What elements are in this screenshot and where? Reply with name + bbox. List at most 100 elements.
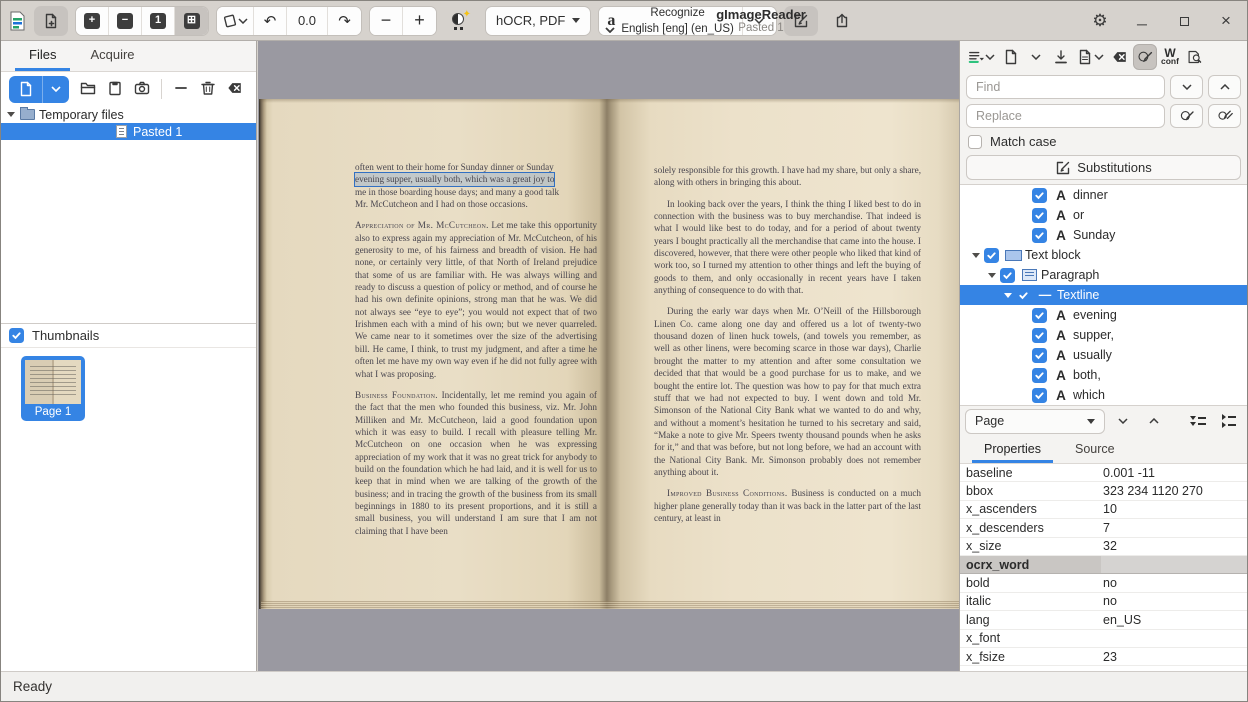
item-checkbox[interactable] <box>1000 268 1015 283</box>
property-row[interactable]: ocrx_word <box>960 556 1247 574</box>
hocr-tree-row[interactable]: A — dinner <box>960 185 1247 205</box>
expander-icon[interactable] <box>1004 293 1012 298</box>
find-next-button[interactable] <box>1170 75 1203 99</box>
open-split-button[interactable] <box>9 76 69 103</box>
zoom-fit-button[interactable]: ⊞ <box>175 7 208 35</box>
item-checkbox[interactable] <box>1032 208 1047 223</box>
maximize-button[interactable] <box>1173 10 1195 32</box>
item-checkbox[interactable] <box>1032 188 1047 203</box>
settings-button[interactable]: ⚙ <box>1089 10 1111 32</box>
scanned-book-spread[interactable]: often went to their home for Sunday dinn… <box>259 99 959 609</box>
item-checkbox[interactable] <box>1032 228 1047 243</box>
export-button[interactable] <box>825 6 859 36</box>
hocr-tree-row[interactable]: A — Textline <box>960 285 1247 305</box>
paste-button[interactable] <box>107 80 123 99</box>
thumbnail-page-1[interactable]: Page 1 <box>21 356 85 421</box>
item-checkbox[interactable] <box>984 248 999 263</box>
confidence-toggle[interactable]: W conf <box>1158 44 1182 70</box>
item-checkbox[interactable] <box>1032 348 1047 363</box>
item-checkbox[interactable] <box>1032 388 1047 403</box>
rotate-mode-button[interactable] <box>217 7 254 35</box>
expand-all-button[interactable] <box>1185 409 1211 433</box>
hocr-tree-row[interactable]: A — Sunday <box>960 225 1247 245</box>
preview-button[interactable] <box>1183 44 1207 70</box>
property-row[interactable]: lang en_US <box>960 611 1247 629</box>
substitutions-button[interactable]: Substitutions <box>966 155 1241 180</box>
expander-icon[interactable] <box>7 112 15 117</box>
add-images-button[interactable] <box>34 6 68 36</box>
open-images-button[interactable] <box>9 76 43 103</box>
hocr-tree-row[interactable]: A — evening <box>960 305 1247 325</box>
expander-icon[interactable] <box>988 273 996 278</box>
image-controls-button[interactable]: ✦ <box>444 6 478 36</box>
replace-input[interactable] <box>966 104 1165 128</box>
close-button[interactable]: × <box>1215 10 1237 32</box>
next-item-button[interactable] <box>1110 409 1136 433</box>
hocr-tree-row[interactable]: A — Paragraph <box>960 265 1247 285</box>
property-row[interactable]: x_descenders 7 <box>960 519 1247 537</box>
tab-acquire[interactable]: Acquire <box>76 41 148 71</box>
rotate-left-button[interactable]: ↶ <box>254 7 287 35</box>
item-checkbox[interactable] <box>1032 328 1047 343</box>
replace-button[interactable] <box>1170 104 1203 128</box>
match-case-checkbox[interactable] <box>968 135 982 149</box>
clear-output-button[interactable] <box>1108 44 1132 70</box>
page-selector-dropdown[interactable]: Page <box>965 409 1105 434</box>
document-canvas[interactable]: often went to their home for Sunday dinn… <box>258 41 961 671</box>
tab-properties[interactable]: Properties <box>972 436 1053 463</box>
item-checkbox[interactable] <box>1016 288 1031 303</box>
open-output-dropdown[interactable] <box>1024 44 1048 70</box>
source-folder-row[interactable]: Temporary files <box>1 106 256 123</box>
increase-button[interactable]: + <box>403 7 436 35</box>
item-checkbox[interactable] <box>1032 308 1047 323</box>
ocr-mode-dropdown[interactable]: hOCR, PDF <box>486 7 590 35</box>
zoom-out-button[interactable]: − <box>109 7 142 35</box>
property-row[interactable]: x_ascenders 10 <box>960 501 1247 519</box>
edit-output-button[interactable] <box>784 6 818 36</box>
rotate-right-button[interactable]: ↷ <box>328 7 361 35</box>
open-output-button[interactable] <box>999 44 1023 70</box>
item-checkbox[interactable] <box>1032 368 1047 383</box>
delete-source-button[interactable] <box>200 80 216 99</box>
decrease-button[interactable]: − <box>370 7 403 35</box>
tab-files[interactable]: Files <box>15 41 70 71</box>
find-input[interactable] <box>966 75 1165 99</box>
zoom-original-button[interactable]: 1 <box>142 7 175 35</box>
hocr-tree-row[interactable]: A — Text block <box>960 245 1247 265</box>
zoom-in-button[interactable]: + <box>76 7 109 35</box>
source-file-row[interactable]: Pasted 1 <box>1 123 256 140</box>
export-document-button[interactable] <box>1074 44 1107 70</box>
open-document-icon <box>1003 49 1019 65</box>
property-row[interactable]: bbox 323 234 1120 270 <box>960 482 1247 500</box>
insert-mode-button[interactable] <box>965 44 998 70</box>
hocr-tree-row[interactable]: A — both, <box>960 365 1247 385</box>
hocr-tree-row[interactable]: A — supper, <box>960 325 1247 345</box>
expander-icon[interactable] <box>972 253 980 258</box>
open-folder-button[interactable] <box>80 80 96 99</box>
open-dropdown-button[interactable] <box>43 76 69 103</box>
find-replace-toggle[interactable] <box>1133 44 1157 70</box>
minimize-button[interactable]: ─ <box>1131 13 1153 35</box>
save-output-button[interactable] <box>1049 44 1073 70</box>
replace-all-button[interactable] <box>1208 104 1241 128</box>
property-row[interactable]: x_font <box>960 630 1247 648</box>
thumbnails-checkbox[interactable] <box>9 328 24 343</box>
collapse-all-button[interactable] <box>1216 409 1242 433</box>
rotation-spinbox[interactable]: 0.0 <box>287 7 328 35</box>
property-row[interactable]: x_fsize 23 <box>960 648 1247 666</box>
hocr-tree-row[interactable]: A — which <box>960 385 1247 405</box>
hocr-tree-row[interactable]: A — usually <box>960 345 1247 365</box>
hocr-tree-row[interactable]: A — or <box>960 205 1247 225</box>
recognize-button[interactable]: a Recognize English [eng] (en_US) <box>599 7 743 35</box>
clear-sources-button[interactable] <box>227 80 243 99</box>
recognize-dropdown-button[interactable] <box>743 7 776 35</box>
property-row[interactable]: x_size 32 <box>960 538 1247 556</box>
property-row[interactable]: baseline 0.001 -11 <box>960 464 1247 482</box>
remove-source-button[interactable] <box>173 80 189 99</box>
tab-source[interactable]: Source <box>1063 436 1127 463</box>
prev-item-button[interactable] <box>1141 409 1167 433</box>
find-prev-button[interactable] <box>1208 75 1241 99</box>
property-row[interactable]: bold no <box>960 574 1247 592</box>
property-row[interactable]: italic no <box>960 593 1247 611</box>
screenshot-button[interactable] <box>134 80 150 99</box>
